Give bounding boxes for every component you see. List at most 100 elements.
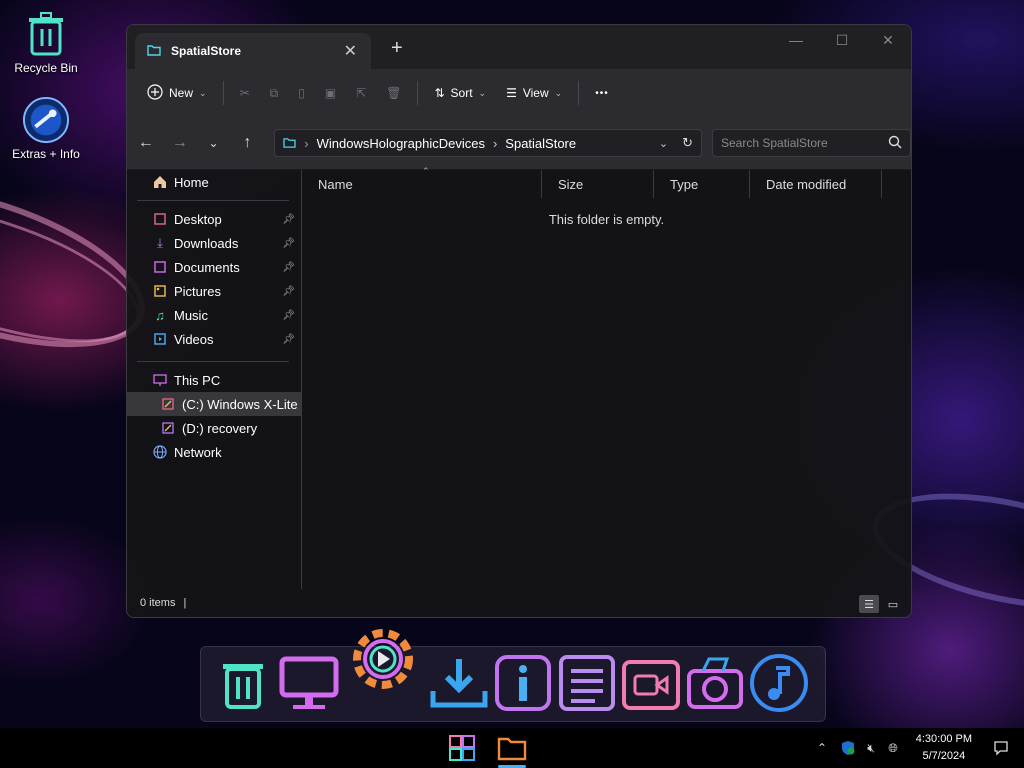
notifications-icon[interactable] (990, 728, 1012, 768)
delete-button[interactable]: 🗑︎ (376, 77, 411, 109)
start-button[interactable] (446, 732, 478, 764)
tab-spatialstore[interactable]: SpatialStore ✕ (135, 33, 371, 69)
folder-icon (147, 44, 161, 59)
column-header-date-modified[interactable]: Date modified (750, 170, 882, 198)
video-camera-icon (622, 660, 680, 710)
new-button[interactable]: New ⌄ (137, 77, 217, 109)
security-shield-icon[interactable] (838, 728, 858, 768)
desktop-icon-recycle-bin[interactable]: Recycle Bin (6, 10, 86, 75)
pin-icon: 📌︎ (282, 285, 295, 297)
search-input[interactable]: Search SpatialStore (712, 129, 911, 157)
drive-c-icon (161, 397, 175, 411)
breadcrumb-item[interactable]: SpatialStore (505, 136, 576, 151)
dock-camera[interactable] (683, 651, 747, 715)
dock-notes[interactable] (555, 651, 619, 715)
sidebar-item-documents[interactable]: Documents 📌︎ (127, 255, 301, 279)
more-options-button[interactable]: ••• (585, 77, 619, 109)
recent-locations-chevron-icon[interactable]: ⌄ (197, 136, 231, 150)
dock-monitor[interactable] (277, 651, 341, 715)
sort-button[interactable]: ⇅ Sort ⌄ (424, 77, 496, 109)
share-button[interactable]: ⇱ (346, 77, 376, 109)
desktop-icon-label: Extras + Info (12, 147, 80, 161)
settings-gear-icon (353, 629, 413, 689)
chevron-down-icon: ⌄ (199, 87, 207, 98)
dock-recycle-bin[interactable] (211, 651, 275, 715)
item-count: 0 items (140, 597, 176, 609)
empty-folder-message: This folder is empty. (548, 212, 665, 227)
up-arrow-icon[interactable]: ↑ (230, 134, 264, 152)
pin-icon: 📌︎ (282, 333, 295, 345)
scissors-icon: ✂ (239, 86, 250, 100)
dock-info[interactable] (491, 651, 555, 715)
toolbar-divider (417, 81, 419, 105)
refresh-icon[interactable]: ↻ (682, 135, 693, 151)
desktop-icon-label: Recycle Bin (14, 61, 78, 75)
sort-icon: ⇅ (434, 86, 445, 100)
sidebar-item-this-pc[interactable]: This PC (127, 368, 301, 392)
sidebar-item-downloads[interactable]: ⤓ Downloads 📌︎ (127, 231, 301, 255)
new-tab-button[interactable]: + (391, 37, 403, 60)
desktop-icon-extras-info[interactable]: Extras + Info (6, 96, 86, 161)
rename-icon: ▣ (324, 86, 337, 100)
minimize-button[interactable]: — (773, 25, 819, 55)
sidebar-item-drive-c[interactable]: (C:) Windows X-Lite (127, 392, 301, 416)
breadcrumb-separator: › (492, 135, 498, 151)
network-globe-icon[interactable]: 🌐︎ (884, 728, 902, 768)
dock-music[interactable] (747, 651, 811, 715)
recycle-bin-icon (223, 664, 263, 709)
details-view-icon[interactable]: ☰ (859, 595, 879, 613)
view-button[interactable]: ☰ View ⌄ (496, 77, 572, 109)
column-header-size[interactable]: Size (542, 170, 654, 198)
address-bar[interactable]: › WindowsHolographicDevices › SpatialSto… (274, 129, 702, 157)
dock-video[interactable] (619, 651, 683, 715)
notes-icon (559, 655, 615, 711)
sidebar-item-pictures[interactable]: Pictures 📌︎ (127, 279, 301, 303)
forward-arrow-icon[interactable]: → (163, 134, 197, 152)
plus-circle-icon (147, 83, 163, 103)
sidebar-item-videos[interactable]: Videos 📌︎ (127, 327, 301, 351)
address-dropdown-icon[interactable]: ⌄ (659, 137, 668, 150)
dock-settings[interactable] (343, 619, 423, 699)
tab-title: SpatialStore (171, 44, 242, 58)
copy-button[interactable]: ⧉ (260, 77, 289, 109)
music-icon (750, 654, 808, 712)
column-header-name[interactable]: Name ⌃ (302, 166, 542, 198)
downloads-icon: ⤓ (157, 235, 163, 250)
navigation-pane: Home Desktop 📌︎ ⤓ Downloads 📌︎ Documents… (127, 170, 302, 589)
rename-button[interactable]: ▣ (315, 77, 346, 109)
view-list-icon: ☰ (506, 86, 517, 100)
column-header-type[interactable]: Type (654, 170, 750, 198)
clipboard-icon: ▯ (298, 86, 305, 100)
file-list: Name ⌃ Size Type Date modified This fold… (302, 166, 911, 589)
taskbar-file-explorer[interactable] (496, 732, 528, 768)
sidebar-item-home[interactable]: Home (127, 170, 301, 194)
text-cursor: | (183, 597, 187, 609)
volume-muted-icon[interactable]: 🔇︎ (862, 728, 880, 768)
music-icon: ♫ (155, 307, 165, 323)
sidebar-item-music[interactable]: ♫ Music 📌︎ (127, 303, 301, 327)
folder-icon (283, 136, 296, 151)
copy-icon: ⧉ (269, 85, 279, 100)
clock-time: 4:30:00 PM (915, 733, 972, 745)
drive-d-icon (161, 421, 175, 435)
show-hidden-icons-chevron[interactable]: ⌃ (814, 728, 830, 768)
system-clock[interactable]: 4:30:00 PM 5/7/2024 (916, 731, 972, 765)
back-arrow-icon[interactable]: ← (129, 134, 163, 152)
pictures-icon (153, 284, 167, 298)
breadcrumb-item[interactable]: WindowsHolographicDevices (317, 136, 485, 151)
chevron-down-icon: ⌄ (478, 87, 487, 98)
cut-button[interactable]: ✂ (230, 77, 260, 109)
chevron-down-icon: ⌄ (554, 87, 563, 98)
dock-download[interactable] (427, 651, 491, 715)
sidebar-item-network[interactable]: Network (127, 440, 301, 464)
share-icon: ⇱ (356, 86, 367, 100)
close-window-button[interactable]: ✕ (865, 25, 911, 55)
tiles-view-icon[interactable]: ▭ (883, 595, 903, 613)
sidebar-item-drive-d[interactable]: (D:) recovery (127, 416, 301, 440)
maximize-button[interactable]: ☐ (819, 25, 865, 55)
paste-button[interactable]: ▯ (288, 77, 315, 109)
documents-icon (153, 260, 167, 274)
title-bar: SpatialStore ✕ + — ☐ ✕ (127, 25, 911, 69)
close-tab-icon[interactable]: ✕ (344, 41, 357, 61)
sidebar-item-desktop[interactable]: Desktop 📌︎ (127, 207, 301, 231)
